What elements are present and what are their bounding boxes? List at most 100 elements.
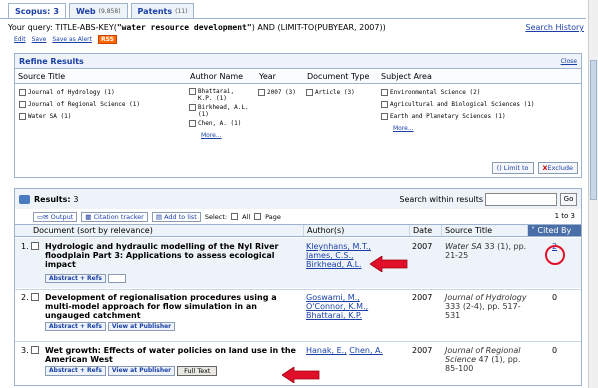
results-label: Results: bbox=[34, 194, 71, 204]
filter-subject[interactable]: Earth and Planetary Sciences (1) bbox=[381, 113, 506, 120]
result-range: 1 to 3 bbox=[554, 212, 575, 220]
filter-doctype[interactable]: Article (3) bbox=[306, 89, 355, 96]
filter-subject[interactable]: Environmental Science (2) bbox=[381, 89, 480, 96]
query-term: "water resource development" bbox=[116, 23, 252, 32]
results-panel: Results: 3 Search within results Go ▭✉ O… bbox=[14, 188, 582, 386]
select-page-checkbox[interactable] bbox=[254, 213, 262, 220]
date: 2007 bbox=[412, 242, 433, 251]
filter-source[interactable]: Journal of Hydrology (1) bbox=[19, 89, 115, 96]
cited-by-count: 0 bbox=[552, 346, 558, 355]
col-author-name: Author Name bbox=[190, 72, 244, 81]
author-link[interactable]: Goswami, M., bbox=[306, 293, 360, 302]
scrollbar-thumb[interactable] bbox=[590, 60, 597, 200]
results-icon bbox=[19, 194, 30, 204]
checkbox[interactable] bbox=[189, 88, 196, 95]
checkbox[interactable] bbox=[19, 101, 26, 108]
authors-more-link[interactable]: More... bbox=[201, 132, 222, 139]
author-link[interactable]: Kleynhans, M.T., bbox=[306, 242, 371, 251]
filter-subject[interactable]: Agricultural and Biological Sciences (1) bbox=[381, 101, 535, 108]
view-at-publisher-button[interactable]: View at Publisher bbox=[107, 322, 176, 331]
query-text: Your query: TITLE-ABS-KEY("water resourc… bbox=[8, 23, 584, 32]
search-history-link[interactable]: Search History bbox=[526, 23, 585, 32]
add-to-list-button[interactable]: ▤ Add to list bbox=[151, 211, 201, 222]
authors: Goswami, M., O'Connor, K.M., Bhattarai, … bbox=[306, 293, 368, 320]
subjects-more-link[interactable]: More... bbox=[393, 125, 414, 132]
view-at-publisher-button[interactable]: View at Publisher bbox=[107, 366, 176, 376]
document-title[interactable]: Development of regionalisation procedure… bbox=[45, 293, 302, 320]
save-alert-link[interactable]: Save as Alert bbox=[52, 36, 92, 43]
search-within-input[interactable] bbox=[485, 193, 557, 206]
tab-count: (11) bbox=[175, 8, 188, 15]
refine-title: Refine Results bbox=[19, 56, 84, 66]
authors: Hanak, E., Chen, A. bbox=[306, 346, 383, 355]
refine-actions: () Limit to XExclude bbox=[491, 162, 578, 174]
output-button[interactable]: ▭✉ Output bbox=[33, 211, 78, 222]
row-divider bbox=[15, 289, 581, 290]
col-source-title: Source Title bbox=[18, 72, 66, 81]
tab-patents[interactable]: Patents (11) bbox=[130, 3, 195, 19]
filter-author[interactable]: Birkhead, A.L. (1) bbox=[189, 104, 251, 118]
scrollbar[interactable] bbox=[588, 0, 598, 388]
row-checkbox[interactable] bbox=[31, 242, 39, 250]
row-number: 2. bbox=[21, 293, 29, 302]
th-document[interactable]: Document (sort by relevance) bbox=[15, 225, 153, 236]
edit-link[interactable]: Edit bbox=[14, 36, 26, 43]
full-text-button[interactable]: Full Text bbox=[177, 366, 218, 376]
cited-by-count: 0 bbox=[552, 293, 558, 302]
tab-label: Scopus: bbox=[15, 7, 51, 16]
query-actions: Edit Save Save as Alert RSS bbox=[14, 35, 117, 44]
checkbox[interactable] bbox=[306, 89, 313, 96]
row-checkbox[interactable] bbox=[31, 293, 39, 301]
author-link[interactable]: Chen, A. bbox=[349, 346, 383, 355]
abstract-refs-button[interactable]: Abstract + Refs bbox=[45, 274, 106, 283]
abstract-refs-button[interactable]: Abstract + Refs bbox=[45, 366, 106, 376]
checkbox[interactable] bbox=[381, 101, 388, 108]
list-icon: ▤ bbox=[155, 212, 165, 221]
source-tabs: Scopus: 3 Web (9,858) Patents (11) bbox=[8, 3, 197, 19]
author-link[interactable]: Hanak, E., bbox=[306, 346, 347, 355]
go-button[interactable]: Go bbox=[560, 193, 577, 206]
author-link[interactable]: O'Connor, K.M., bbox=[306, 302, 368, 311]
checkbox[interactable] bbox=[189, 104, 196, 111]
author-link[interactable]: Birkhead, A.L. bbox=[306, 260, 362, 269]
th-authors[interactable]: Author(s) bbox=[303, 225, 344, 236]
checkbox[interactable] bbox=[19, 89, 26, 96]
close-link[interactable]: Close bbox=[561, 58, 577, 65]
limit-to-button[interactable]: () Limit to bbox=[491, 162, 534, 174]
author-link[interactable]: Bhattarai, K.P. bbox=[306, 311, 362, 320]
exclude-button[interactable]: XExclude bbox=[537, 162, 578, 174]
row-checkbox[interactable] bbox=[31, 346, 39, 354]
source-title: Water SA 33 (1), pp. 21-25 bbox=[445, 242, 527, 260]
tab-label: Web bbox=[75, 7, 96, 16]
abstract-refs-button[interactable]: Abstract + Refs bbox=[45, 322, 106, 331]
source-title: Journal of Regional Science 47 (1), pp. … bbox=[445, 346, 521, 373]
checkbox[interactable] bbox=[19, 113, 26, 120]
filter-source[interactable]: Journal of Regional Science (1) bbox=[19, 101, 140, 108]
checkbox[interactable] bbox=[381, 113, 388, 120]
th-date[interactable]: Date bbox=[409, 225, 432, 236]
checkbox[interactable] bbox=[189, 120, 196, 127]
document-title[interactable]: Hydrologic and hydraulic modelling of th… bbox=[45, 242, 302, 269]
results-header: Results: 3 Search within results Go bbox=[15, 189, 581, 209]
filter-author[interactable]: Chen, A. (1) bbox=[189, 120, 251, 127]
col-document-type: Document Type bbox=[307, 72, 370, 81]
select-all-checkbox[interactable] bbox=[231, 213, 239, 220]
checkbox[interactable] bbox=[381, 89, 388, 96]
rss-icon[interactable]: RSS bbox=[98, 35, 117, 44]
checkbox[interactable] bbox=[258, 89, 265, 96]
results-table-header: Document (sort by relevance) Author(s) D… bbox=[15, 224, 581, 237]
citation-tracker-button[interactable]: ▦ Citation tracker bbox=[81, 211, 148, 222]
filter-author[interactable]: Bhattarai, K.P. (1) bbox=[189, 88, 251, 102]
row-number: 3. bbox=[21, 346, 29, 355]
th-cited-by[interactable]: ˅ Cited By bbox=[527, 225, 581, 236]
tab-scopus[interactable]: Scopus: 3 bbox=[8, 3, 66, 19]
filter-source[interactable]: Water SA (1) bbox=[19, 113, 71, 120]
red-arrow-annotation bbox=[282, 367, 320, 383]
save-link[interactable]: Save bbox=[32, 36, 47, 43]
author-link[interactable]: James, C.S., bbox=[306, 251, 354, 260]
source-title: Journal of Hydrology 333 (2-4), pp. 517-… bbox=[445, 293, 527, 320]
filter-year[interactable]: 2007 (3) bbox=[258, 89, 296, 96]
tab-web[interactable]: Web (9,858) bbox=[68, 3, 128, 19]
document-title[interactable]: Wet growth: Effects of water policies on… bbox=[45, 346, 302, 364]
th-source-title[interactable]: Source Title bbox=[441, 225, 492, 236]
